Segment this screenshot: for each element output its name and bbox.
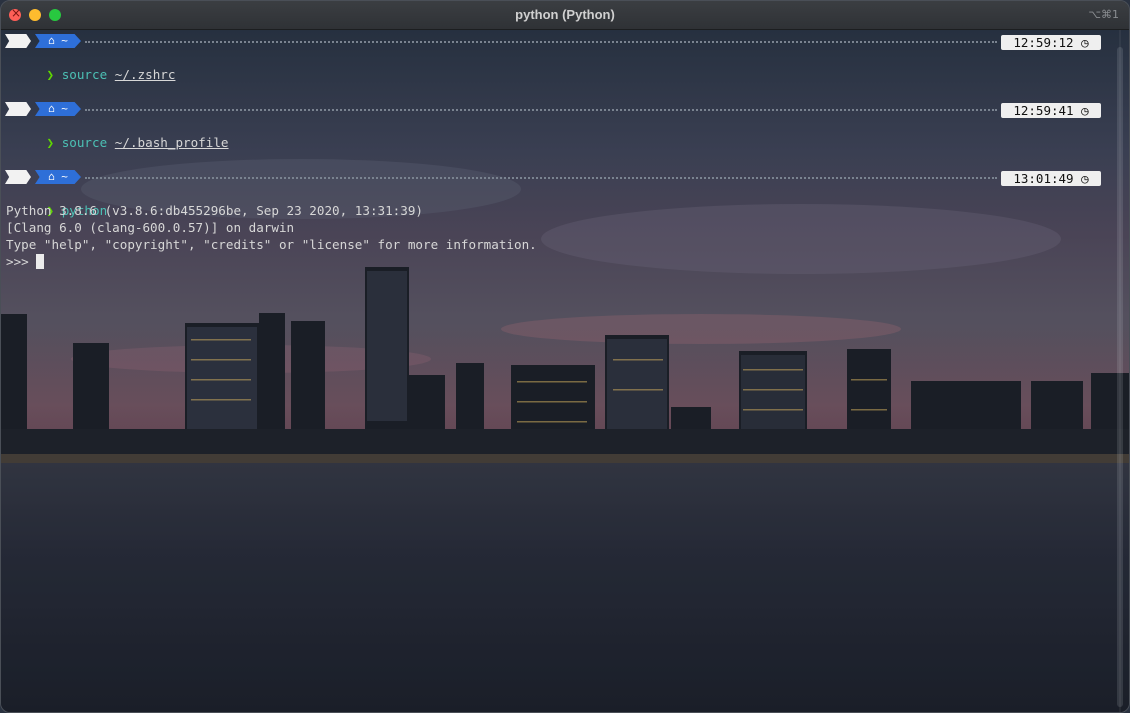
- home-icon: ⌂ ~: [35, 34, 81, 48]
- window-title: python (Python): [515, 7, 615, 22]
- command-line: ❯ source ~/.bash_profile: [1, 117, 229, 150]
- apple-icon: [5, 34, 31, 48]
- command-argument[interactable]: ~/.zshrc: [115, 67, 176, 82]
- terminal-window: python (Python) ⌥⌘1 ⌂ ~ 12:59:12 ◷ ❯ sou…: [0, 0, 1130, 713]
- prompt-divider: [85, 177, 997, 179]
- clock-icon: 12:59:12 ◷: [1001, 35, 1101, 50]
- python-banner-line: Type "help", "copyright", "credits" or "…: [6, 237, 537, 252]
- home-icon: ⌂ ~: [35, 102, 81, 116]
- clock-icon: 13:01:49 ◷: [1001, 171, 1101, 186]
- prompt-divider: [85, 41, 997, 43]
- scrollbar[interactable]: [1115, 29, 1127, 712]
- prompt-char: ❯: [46, 67, 55, 82]
- clock-icon: 12:59:41 ◷: [1001, 103, 1101, 118]
- command-argument[interactable]: ~/.bash_profile: [115, 135, 229, 150]
- prompt-divider: [85, 109, 997, 111]
- prompt-status-line: ⌂ ~ 13:01:49 ◷: [1, 167, 1117, 186]
- window-shortcut: ⌥⌘1: [1088, 8, 1119, 21]
- repl-prompt: >>>: [6, 254, 37, 269]
- scrollbar-thumb[interactable]: [1117, 47, 1123, 707]
- apple-icon: [5, 102, 31, 116]
- terminal-content[interactable]: ⌂ ~ 12:59:12 ◷ ❯ source ~/.zshrc ⌂ ~ 12:…: [1, 29, 1117, 712]
- python-banner-line: Python 3.8.6 (v3.8.6:db455296be, Sep 23 …: [6, 203, 424, 218]
- prompt-char: ❯: [46, 135, 55, 150]
- title-bar[interactable]: python (Python) ⌥⌘1: [1, 1, 1129, 30]
- repl-input-line[interactable]: >>>: [6, 253, 45, 270]
- prompt-status-line: ⌂ ~ 12:59:12 ◷: [1, 31, 1117, 50]
- command-name: source: [61, 135, 108, 150]
- python-banner-line: [Clang 6.0 (clang-600.0.57)] on darwin: [6, 220, 295, 235]
- text-cursor: [36, 254, 45, 269]
- command-line: ❯ source ~/.zshrc: [1, 49, 176, 82]
- prompt-status-line: ⌂ ~ 12:59:41 ◷: [1, 99, 1117, 118]
- command-name: source: [61, 67, 108, 82]
- apple-icon: [5, 170, 31, 184]
- command-line: ❯ python: [1, 185, 108, 218]
- home-icon: ⌂ ~: [35, 170, 81, 184]
